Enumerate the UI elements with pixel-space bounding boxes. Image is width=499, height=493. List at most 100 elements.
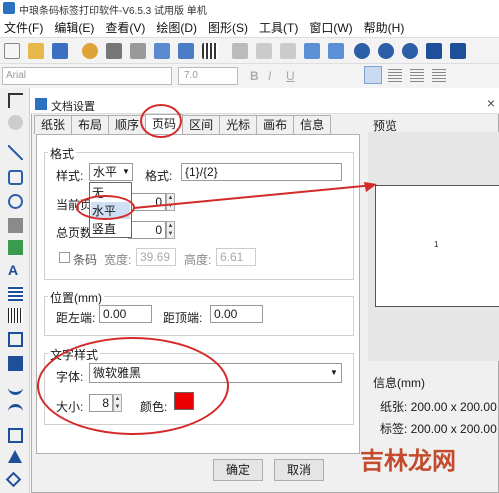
database-icon[interactable] <box>154 43 170 59</box>
qrcode-tool-icon[interactable] <box>8 332 23 347</box>
total-pages-input[interactable]: 0 <box>128 221 166 239</box>
height-input[interactable]: 6.61 <box>216 248 256 266</box>
dialog-title-bar: 文档设置 × <box>31 94 499 114</box>
arc-tool-icon[interactable] <box>8 404 23 419</box>
actual-size-icon[interactable] <box>450 43 466 59</box>
text-style-highlight-ellipse <box>37 337 229 435</box>
copy-icon[interactable] <box>256 43 272 59</box>
pan-hand-icon[interactable] <box>8 115 23 130</box>
menu-tools[interactable]: 工具(T) <box>259 19 298 36</box>
print-icon[interactable] <box>106 43 122 59</box>
fit-page-icon[interactable] <box>426 43 442 59</box>
print-preview-icon[interactable] <box>130 43 146 59</box>
save-icon[interactable] <box>52 43 68 59</box>
tab-canvas[interactable]: 画布 <box>256 115 295 134</box>
height-label: 高度: <box>184 253 212 267</box>
triangle-tool-icon[interactable] <box>8 450 22 463</box>
tab-layout[interactable]: 布局 <box>71 115 110 134</box>
data-source-icon[interactable] <box>178 43 194 59</box>
tab-info[interactable]: 信息 <box>293 115 332 134</box>
menu-shape[interactable]: 图形(S) <box>208 19 248 36</box>
app-logo-icon <box>3 2 15 14</box>
paste-icon[interactable] <box>280 43 296 59</box>
font-family-select[interactable]: Arial <box>2 67 172 85</box>
style-dropdown-arrow-icon[interactable]: ▼ <box>120 164 132 180</box>
tab-highlight-ellipse <box>140 104 182 138</box>
total-pages-label: 总页数 <box>56 226 93 240</box>
paper-size-info: 纸张: 200.00 x 200.00 <box>380 400 497 414</box>
font-dropdown-arrow-icon[interactable]: ▼ <box>328 365 340 381</box>
diamond-tool-icon[interactable] <box>5 471 22 488</box>
dialog-tabs: 纸张 布局 顺序 页码 区间 光标 画布 信息 <box>34 114 332 135</box>
select-pointer-icon[interactable] <box>8 93 23 108</box>
dialog-title: 文档设置 <box>51 101 95 113</box>
position-group-label: 位置(mm) <box>48 289 104 306</box>
menu-help[interactable]: 帮助(H) <box>364 19 405 36</box>
ruler-tool-icon[interactable] <box>8 428 23 443</box>
zoom-fit-icon[interactable] <box>402 43 418 59</box>
align-left-icon[interactable] <box>364 66 382 84</box>
preview-page-number: 1 <box>434 240 439 249</box>
align-center-icon[interactable] <box>388 68 402 82</box>
menu-file[interactable]: 文件(F) <box>4 19 43 36</box>
curve-tool-icon[interactable] <box>8 380 23 395</box>
menu-bar: 文件(F) 编辑(E) 查看(V) 绘图(D) 图形(S) 工具(T) 窗口(W… <box>0 17 499 37</box>
info-label: 信息(mm) <box>373 376 425 390</box>
annotation-arrow <box>133 182 377 209</box>
style-label: 样式: <box>56 169 84 183</box>
format-input[interactable]: {1}/{2} <box>181 163 342 181</box>
italic-icon[interactable]: I <box>268 69 280 83</box>
redo-icon[interactable] <box>328 43 344 59</box>
top-offset-input[interactable]: 0.00 <box>210 305 263 323</box>
image-tool-icon[interactable] <box>8 240 23 255</box>
ok-button[interactable]: 确定 <box>213 459 263 481</box>
grid-icon[interactable] <box>202 43 218 59</box>
justify-icon[interactable] <box>432 68 446 82</box>
left-toolbox: A <box>0 88 30 493</box>
tab-paper[interactable]: 纸张 <box>34 115 73 134</box>
polygon-tool-icon[interactable] <box>8 218 23 233</box>
left-offset-input[interactable]: 0.00 <box>99 305 152 323</box>
bold-icon[interactable]: B <box>250 69 262 83</box>
settings-gear-icon[interactable] <box>82 43 98 59</box>
menu-edit[interactable]: 编辑(E) <box>54 19 94 36</box>
barcode-tool-icon[interactable] <box>8 308 23 323</box>
ellipse-tool-icon[interactable] <box>8 194 23 209</box>
menu-draw[interactable]: 绘图(D) <box>156 19 197 36</box>
total-pages-spinner[interactable]: ▲ ▼ <box>166 221 175 239</box>
app-title-bar: 中琅条码标签打印软件-V6.5.3 试用版 单机 <box>0 0 499 17</box>
rectangle-tool-icon[interactable] <box>8 170 23 185</box>
format-group-label: 格式 <box>48 145 77 162</box>
site-watermark: 吉林龙网 <box>360 448 456 475</box>
line-tool-icon[interactable] <box>8 145 23 160</box>
menu-window[interactable]: 窗口(W) <box>309 19 352 36</box>
dropdown-option-vertical[interactable]: 竖直 <box>92 220 116 237</box>
preview-paper: 1 <box>375 185 499 307</box>
font-size-select[interactable]: 7.0 <box>178 67 238 85</box>
cancel-button[interactable]: 取消 <box>274 459 324 481</box>
menu-view[interactable]: 查看(V) <box>105 19 145 36</box>
tab-cursor[interactable]: 光标 <box>219 115 258 134</box>
table-tool-icon[interactable] <box>8 356 23 371</box>
zoom-out-icon[interactable] <box>378 43 394 59</box>
width-label: 宽度: <box>104 253 132 267</box>
new-file-icon[interactable] <box>4 43 20 59</box>
left-offset-label: 距左端: <box>56 311 96 325</box>
undo-icon[interactable] <box>304 43 320 59</box>
rich-text-tool-icon[interactable] <box>8 286 23 301</box>
align-right-icon[interactable] <box>410 68 424 82</box>
close-icon[interactable]: × <box>487 95 495 111</box>
open-folder-icon[interactable] <box>28 43 44 59</box>
underline-icon[interactable]: U <box>286 69 298 83</box>
main-toolbar <box>0 37 499 63</box>
width-input[interactable]: 39.69 <box>136 248 176 266</box>
zoom-in-icon[interactable] <box>354 43 370 59</box>
text-tool-icon[interactable]: A <box>8 262 23 278</box>
dialog-icon <box>35 98 47 110</box>
cut-icon[interactable] <box>232 43 248 59</box>
top-offset-label: 距顶端: <box>163 311 203 325</box>
app-title: 中琅条码标签打印软件-V6.5.3 试用版 单机 <box>19 6 207 17</box>
label-size-info: 标签: 200.00 x 200.00 <box>380 422 497 436</box>
tab-range[interactable]: 区间 <box>182 115 221 134</box>
barcode-checkbox[interactable] <box>59 252 70 263</box>
